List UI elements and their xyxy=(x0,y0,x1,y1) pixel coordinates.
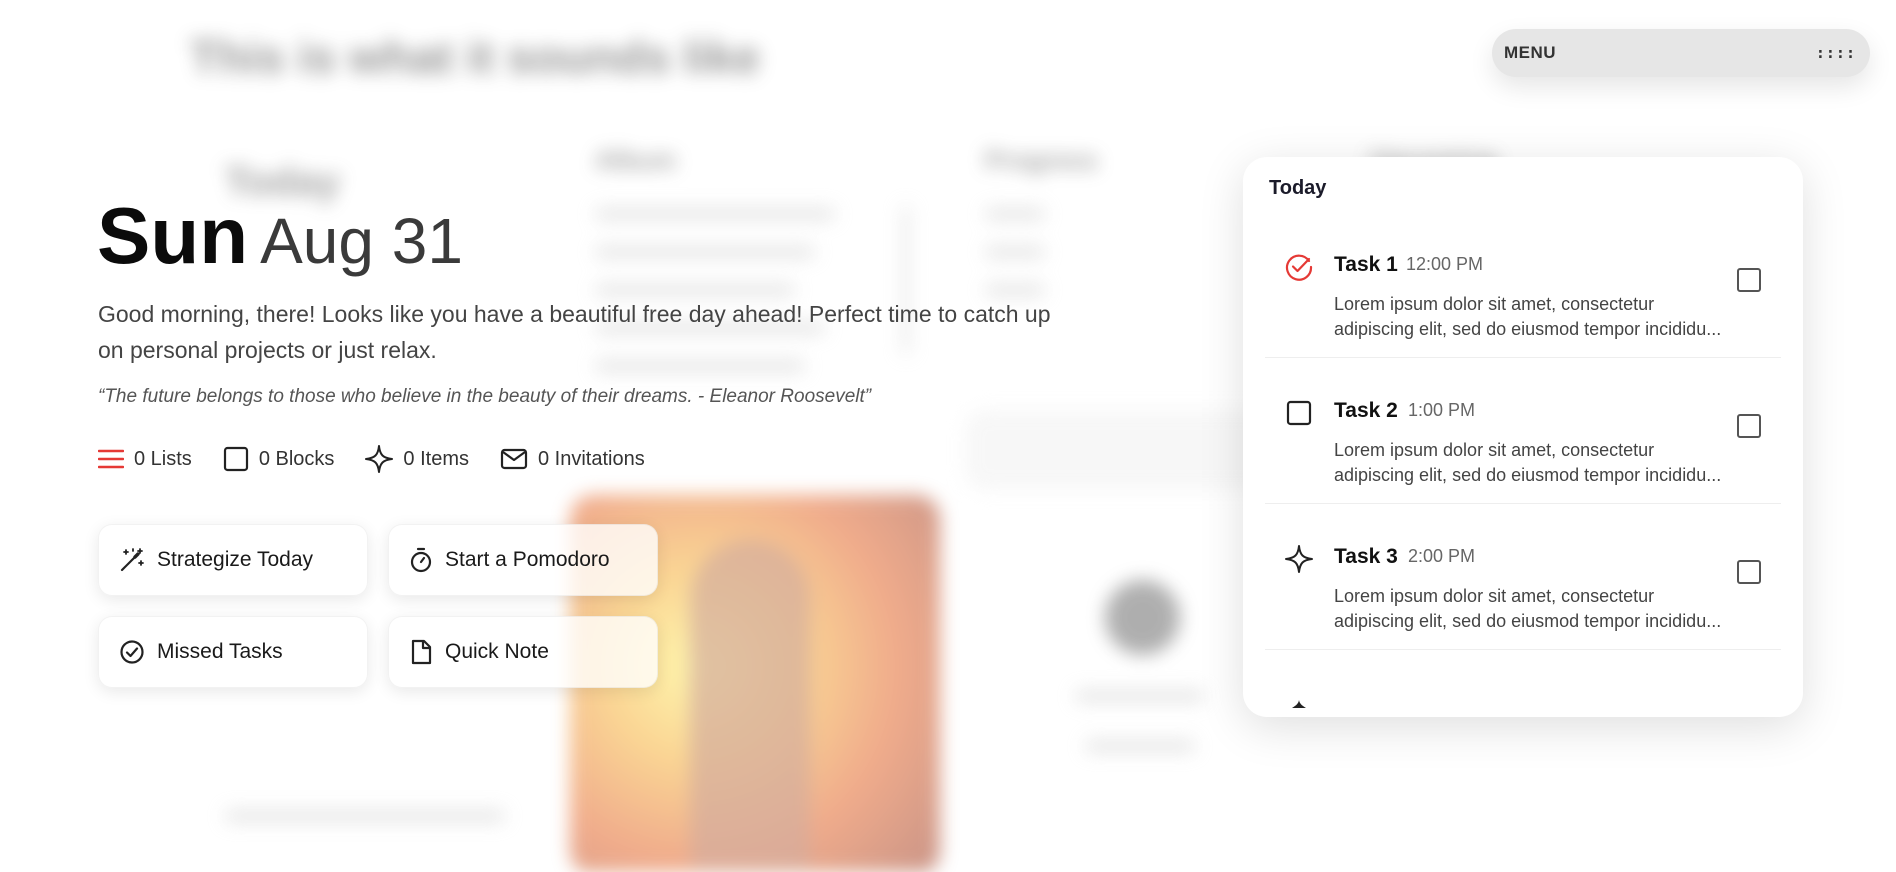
action-label: Missed Tasks xyxy=(157,640,283,663)
stat-items[interactable]: 0 Items xyxy=(365,445,469,473)
bg-line xyxy=(225,810,505,822)
grip-dots-icon: :::: xyxy=(1815,44,1856,62)
task-name: Task 2 xyxy=(1334,399,1398,422)
check-circle-icon xyxy=(120,640,144,664)
missed-tasks-button[interactable]: Missed Tasks xyxy=(98,616,368,688)
magic-wand-icon xyxy=(120,548,144,572)
sparkle-icon xyxy=(365,445,394,473)
stats-row: 0 Lists 0 Blocks 0 Items 0 Invitations xyxy=(98,445,676,473)
quick-actions: Strategize Today Start a Pomodoro Missed… xyxy=(98,524,658,688)
task-time: 2:00 PM xyxy=(1408,546,1476,566)
bg-line xyxy=(985,246,1045,258)
stat-blocks[interactable]: 0 Blocks xyxy=(223,446,335,472)
timer-icon xyxy=(410,547,432,573)
bg-line xyxy=(595,208,835,220)
stat-invitations[interactable]: 0 Invitations xyxy=(500,447,645,471)
bg-headline: This is what it sounds like xyxy=(190,31,760,83)
task-checkbox[interactable] xyxy=(1737,414,1761,438)
stat-lists[interactable]: 0 Lists xyxy=(98,447,192,471)
action-label: Start a Pomodoro xyxy=(445,548,610,571)
date-month-day: Aug 31 xyxy=(260,205,463,277)
date-day: Sun xyxy=(97,191,249,280)
action-label: Strategize Today xyxy=(157,548,314,571)
next-task-peek-icon xyxy=(1292,695,1306,713)
action-label: Quick Note xyxy=(445,640,549,663)
bg-heading: Progress xyxy=(985,145,1098,175)
task-description: Lorem ipsum dolor sit amet, consectetur … xyxy=(1334,440,1722,485)
task-name: Task 3 xyxy=(1334,545,1398,568)
task-item[interactable]: Task 2 1:00 PM Lorem ipsum dolor sit ame… xyxy=(1265,366,1781,504)
task-description: Lorem ipsum dolor sit amet, consectetur … xyxy=(1334,586,1722,631)
start-pomodoro-button[interactable]: Start a Pomodoro xyxy=(388,524,658,596)
bg-line xyxy=(1075,690,1205,702)
square-icon xyxy=(1284,398,1314,428)
greeting-text: Good morning, there! Looks like you have… xyxy=(98,301,1051,363)
bg-poster-figure xyxy=(690,540,810,870)
list-icon xyxy=(98,449,124,469)
task-description: Lorem ipsum dolor sit amet, consectetur … xyxy=(1334,294,1722,339)
bg-line xyxy=(595,246,815,258)
note-icon xyxy=(411,639,432,665)
bg-line xyxy=(985,208,1045,220)
bg-heading: Album xyxy=(595,145,676,175)
bg-line xyxy=(595,284,795,296)
stat-label: 0 Items xyxy=(403,447,469,470)
bg-line xyxy=(1085,740,1195,752)
bg-line xyxy=(985,284,1045,296)
task-time: 12:00 PM xyxy=(1406,254,1484,274)
stat-label: 0 Lists xyxy=(134,447,192,470)
stat-label: 0 Blocks xyxy=(258,447,335,470)
quick-note-button[interactable]: Quick Note xyxy=(388,616,658,688)
task-time: 1:00 PM xyxy=(1408,400,1476,420)
daily-quote: “The future belongs to those who believe… xyxy=(98,386,872,407)
check-circle-icon xyxy=(1284,252,1314,282)
task-checkbox[interactable] xyxy=(1737,560,1761,584)
menu-button[interactable]: MENU :::: xyxy=(1492,29,1870,77)
task-item[interactable]: Task 3 2:00 PM Lorem ipsum dolor sit ame… xyxy=(1265,512,1781,650)
today-panel: Today Task 1 12:00 PM Lorem ipsum dolor … xyxy=(1243,157,1803,717)
task-name: Task 1 xyxy=(1334,253,1398,276)
menu-label: MENU xyxy=(1504,43,1557,62)
sparkle-icon xyxy=(1284,544,1314,574)
date-header: Sun Aug 31 xyxy=(97,190,463,282)
bg-avatar xyxy=(1105,580,1180,655)
stat-label: 0 Invitations xyxy=(537,447,645,470)
task-item[interactable]: Task 1 12:00 PM Lorem ipsum dolor sit am… xyxy=(1265,220,1781,358)
square-icon xyxy=(223,446,248,472)
task-checkbox[interactable] xyxy=(1737,268,1761,292)
strategize-today-button[interactable]: Strategize Today xyxy=(98,524,368,596)
mail-icon xyxy=(500,448,528,470)
today-panel-title: Today xyxy=(1269,177,1327,199)
